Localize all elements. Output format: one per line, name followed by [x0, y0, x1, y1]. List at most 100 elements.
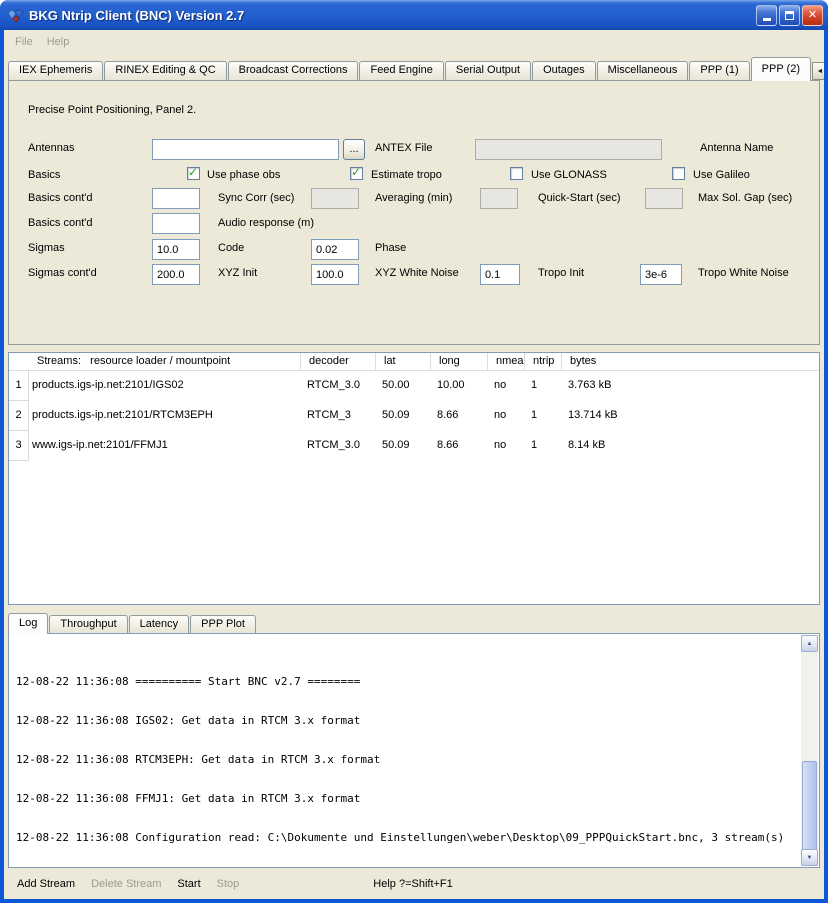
tab-ppp-2[interactable]: PPP (2) [751, 57, 811, 81]
menu-help[interactable]: Help [40, 33, 77, 51]
antennas-label: Antennas [28, 142, 74, 154]
statusbar: Add Stream Delete Stream Start Stop Help… [8, 868, 820, 899]
minimize-button[interactable] [756, 5, 777, 26]
xyz-white-noise-label: XYZ White Noise [375, 267, 459, 279]
close-button[interactable]: ✕ [802, 5, 823, 26]
tab-scroll-left-button[interactable]: ◄ [812, 62, 824, 80]
check-icon: ✓ [351, 167, 362, 177]
stream-row-1-long[interactable]: 10.00 [431, 371, 488, 401]
xyz-white-noise-input[interactable] [311, 264, 359, 285]
maximize-button[interactable] [779, 5, 800, 26]
stream-row-1-decoder[interactable]: RTCM_3.0 [301, 371, 376, 401]
titlebar: BKG Ntrip Client (BNC) Version 2.7 ✕ [0, 0, 828, 30]
stream-row-3-ntrip[interactable]: 1 [525, 431, 562, 461]
col-header-bytes: bytes [562, 353, 819, 371]
use-glonass-label: Use GLONASS [531, 169, 607, 181]
delete-stream-button: Delete Stream [91, 878, 161, 890]
bottom-tabbar: Log Throughput Latency PPP Plot [8, 613, 820, 633]
menu-file[interactable]: File [8, 33, 40, 51]
add-stream-button[interactable]: Add Stream [17, 878, 75, 890]
use-phase-obs-checkbox[interactable]: ✓ [187, 167, 200, 180]
stream-row-2-lat[interactable]: 50.09 [376, 401, 431, 431]
tab-log[interactable]: Log [8, 613, 48, 634]
log-panel: 12-08-22 11:36:08 ========== Start BNC v… [8, 633, 820, 868]
col-header-long: long [431, 353, 488, 371]
client-area: File Help IEX Ephemeris RINEX Editing & … [4, 30, 824, 899]
stream-row-3-mountpoint[interactable]: www.igs-ip.net:2101/FFMJ1 [29, 431, 301, 461]
stream-row-2-ntrip[interactable]: 1 [525, 401, 562, 431]
stream-row-2-mountpoint[interactable]: products.igs-ip.net:2101/RTCM3EPH [29, 401, 301, 431]
stream-row-3-nmea[interactable]: no [488, 431, 525, 461]
stream-row-2-nmea[interactable]: no [488, 401, 525, 431]
averaging-input [311, 188, 359, 209]
stream-row-3-lat[interactable]: 50.09 [376, 431, 431, 461]
tropo-init-label: Tropo Init [538, 267, 584, 279]
xyz-init-input[interactable] [152, 264, 200, 285]
sigma-code-input[interactable] [152, 239, 200, 260]
averaging-label: Averaging (min) [375, 192, 452, 204]
stream-row-3-bytes[interactable]: 8.14 kB [562, 431, 819, 461]
sync-corr-input[interactable] [152, 188, 200, 209]
max-sol-gap-input [645, 188, 683, 209]
stream-row-2-bytes[interactable]: 13.714 kB [562, 401, 819, 431]
stream-row-3-long[interactable]: 8.66 [431, 431, 488, 461]
stop-button: Stop [217, 878, 240, 890]
top-tabbar: IEX Ephemeris RINEX Editing & QC Broadca… [8, 54, 820, 80]
col-header-ntrip: ntrip [525, 353, 562, 371]
scroll-down-button[interactable]: ▼ [801, 849, 818, 866]
tropo-init-input[interactable] [480, 264, 520, 285]
basics-label: Basics [28, 169, 60, 181]
tropo-white-noise-label: Tropo White Noise [698, 267, 789, 279]
estimate-tropo-checkbox[interactable]: ✓ [350, 167, 363, 180]
window-title: BKG Ntrip Client (BNC) Version 2.7 [29, 8, 754, 23]
tab-latency[interactable]: Latency [129, 615, 190, 633]
tab-broadcast-corrections[interactable]: Broadcast Corrections [228, 61, 359, 80]
left-arrow-icon: ◄ [817, 68, 824, 75]
stream-row-1-number[interactable]: 1 [9, 371, 29, 401]
tab-ppp-plot[interactable]: PPP Plot [190, 615, 256, 633]
stream-row-1-ntrip[interactable]: 1 [525, 371, 562, 401]
tab-rinex-editing-qc[interactable]: RINEX Editing & QC [104, 61, 226, 80]
antenna-name-label: Antenna Name [700, 142, 773, 154]
start-button[interactable]: Start [177, 878, 200, 890]
stream-row-1-lat[interactable]: 50.00 [376, 371, 431, 401]
tab-iex-ephemeris[interactable]: IEX Ephemeris [8, 61, 103, 80]
sigmas-label: Sigmas [28, 242, 65, 254]
stream-row-2-decoder[interactable]: RTCM_3 [301, 401, 376, 431]
scroll-up-button[interactable]: ▲ [801, 635, 818, 652]
quick-start-input [480, 188, 518, 209]
tab-miscellaneous[interactable]: Miscellaneous [597, 61, 689, 80]
stream-row-2-long[interactable]: 8.66 [431, 401, 488, 431]
stream-row-1-mountpoint[interactable]: products.igs-ip.net:2101/IGS02 [29, 371, 301, 401]
use-galileo-label: Use Galileo [693, 169, 750, 181]
log-view[interactable]: 12-08-22 11:36:08 ========== Start BNC v… [9, 634, 802, 867]
use-glonass-checkbox[interactable] [510, 167, 523, 180]
antennas-input[interactable] [152, 139, 339, 160]
stream-row-3-decoder[interactable]: RTCM_3.0 [301, 431, 376, 461]
audio-response-label: Audio response (m) [218, 217, 314, 229]
menubar: File Help [8, 30, 820, 54]
antex-browse-button[interactable]: ... [343, 139, 365, 160]
tab-feed-engine[interactable]: Feed Engine [359, 61, 443, 80]
log-line: 12-08-22 11:36:08 RTCM3EPH: Get data in … [16, 753, 798, 766]
log-scrollbar[interactable]: ▲ ▼ [801, 635, 818, 866]
up-arrow-icon: ▲ [807, 641, 813, 647]
col-header-nmea: nmea [488, 353, 525, 371]
tab-outages[interactable]: Outages [532, 61, 596, 80]
audio-response-input[interactable] [152, 213, 200, 234]
tab-serial-output[interactable]: Serial Output [445, 61, 531, 80]
stream-row-3-number[interactable]: 3 [9, 431, 29, 461]
sigma-phase-input[interactable] [311, 239, 359, 260]
quick-start-label: Quick-Start (sec) [538, 192, 621, 204]
log-line: 12-08-22 11:36:08 IGS02: Get data in RTC… [16, 714, 798, 727]
stream-row-1-nmea[interactable]: no [488, 371, 525, 401]
tropo-white-noise-input[interactable] [640, 264, 682, 285]
tab-ppp-1[interactable]: PPP (1) [689, 61, 749, 80]
stream-row-2-number[interactable]: 2 [9, 401, 29, 431]
scroll-thumb[interactable] [802, 761, 817, 851]
app-icon [8, 7, 24, 23]
stream-row-1-bytes[interactable]: 3.763 kB [562, 371, 819, 401]
use-galileo-checkbox[interactable] [672, 167, 685, 180]
sigma-phase-label: Phase [375, 242, 406, 254]
tab-throughput[interactable]: Throughput [49, 615, 127, 633]
